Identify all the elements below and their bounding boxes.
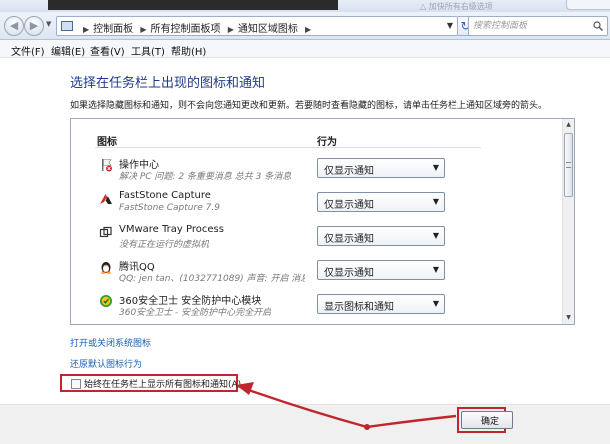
- annotation-arrow-head: [236, 382, 254, 395]
- annotation-arrow-line: [239, 385, 457, 429]
- annotation-arrow: [236, 382, 457, 430]
- annotation-arrow-dot: [364, 424, 370, 430]
